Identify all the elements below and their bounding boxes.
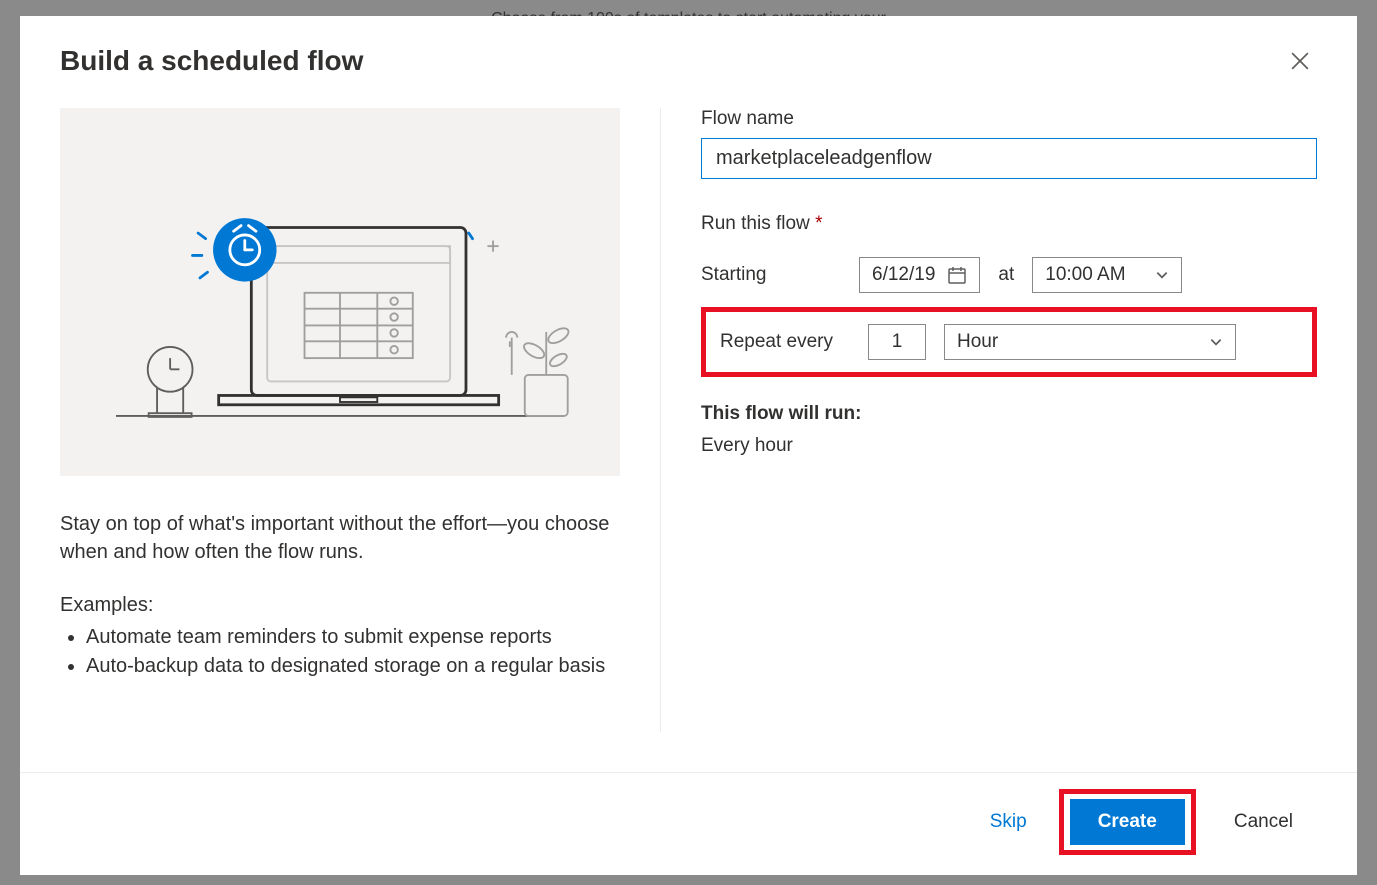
skip-button[interactable]: Skip [972,801,1045,843]
chevron-down-icon [1155,268,1169,282]
start-date-input[interactable]: 6/12/19 [859,257,980,293]
repeat-unit-select[interactable]: Hour [944,324,1236,360]
close-icon [1291,52,1309,70]
required-asterisk: * [815,213,822,234]
right-panel: Flow name Run this flow * Starting 6/12/… [661,108,1317,732]
left-panel: Stay on top of what's important without … [60,108,660,732]
run-flow-label-text: Run this flow [701,213,810,234]
summary-title: This flow will run: [701,403,1317,425]
at-label: at [998,264,1014,286]
chevron-down-icon [1209,335,1223,349]
modal-footer: Skip Create Cancel [20,772,1357,875]
create-button[interactable]: Create [1070,799,1185,845]
examples-label: Examples: [60,594,620,617]
schedule-illustration [60,108,620,476]
modal-header: Build a scheduled flow [20,16,1357,88]
run-flow-section: Run this flow * Starting 6/12/19 at [701,213,1317,457]
examples-list: Automate team reminders to submit expens… [60,623,620,681]
create-highlight-box: Create [1059,789,1196,855]
description-text: Stay on top of what's important without … [60,510,620,566]
scheduled-flow-modal: Build a scheduled flow [20,16,1357,875]
calendar-icon [947,265,967,285]
repeat-highlight-box: Repeat every Hour [701,307,1317,377]
flow-name-input[interactable] [701,138,1317,179]
start-date-value: 6/12/19 [872,264,935,286]
modal-title: Build a scheduled flow [60,45,363,77]
illustration-svg [60,108,620,451]
example-item: Automate team reminders to submit expens… [86,623,620,652]
example-item: Auto-backup data to designated storage o… [86,652,620,681]
repeat-count-input[interactable] [868,324,926,360]
starting-label: Starting [701,264,841,286]
cancel-button[interactable]: Cancel [1210,799,1317,845]
repeat-label: Repeat every [720,331,850,353]
start-time-value: 10:00 AM [1045,264,1125,286]
starting-row: Starting 6/12/19 at 10:00 AM [701,257,1317,293]
modal-body: Stay on top of what's important without … [20,88,1357,772]
flow-name-label: Flow name [701,108,1317,130]
start-time-select[interactable]: 10:00 AM [1032,257,1182,293]
run-flow-label: Run this flow * [701,213,1317,235]
close-button[interactable] [1283,44,1317,78]
repeat-unit-value: Hour [957,331,998,353]
summary-text: Every hour [701,435,1317,457]
